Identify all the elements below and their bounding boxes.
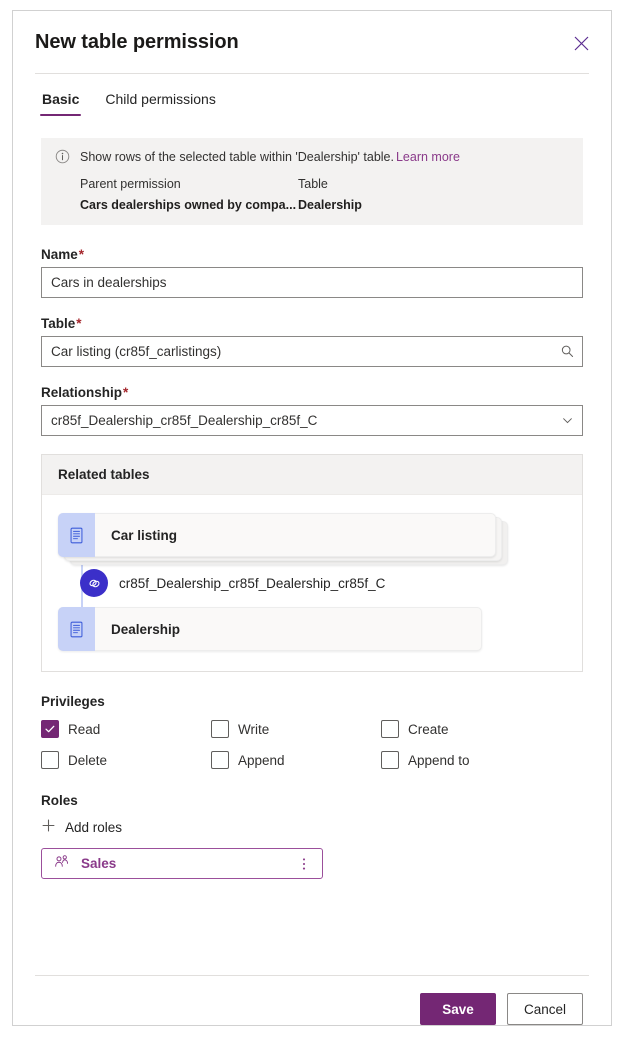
page-title: New table permission	[35, 30, 239, 53]
info-circle-icon	[55, 149, 71, 168]
privilege-delete-label: Delete	[68, 752, 108, 768]
table-input-wrapper[interactable]	[41, 336, 583, 367]
dialog-header: New table permission	[13, 11, 611, 73]
privilege-create[interactable]: Create	[381, 720, 583, 738]
roles-section: Roles Add roles Sales	[41, 793, 583, 879]
link-icon	[80, 569, 108, 597]
privilege-delete[interactable]: Delete	[41, 751, 211, 769]
relationship-field-group: Relationship*	[41, 385, 583, 436]
info-banner-table: Parent permission Table Cars dealerships…	[55, 177, 569, 212]
target-table-node[interactable]: Dealership	[58, 607, 566, 651]
dialog-body: Show rows of the selected table within '…	[13, 116, 611, 975]
role-chip-name: Sales	[81, 856, 117, 871]
related-tables-diagram: Car listing cr85f_Dealership_cr85f_Deale…	[42, 495, 582, 671]
new-table-permission-dialog: New table permission Basic Child permiss…	[12, 10, 612, 1026]
info-message-text: Show rows of the selected table within '…	[80, 150, 394, 164]
table-field-group: Table*	[41, 316, 583, 367]
privilege-read-label: Read	[68, 721, 101, 737]
privilege-write[interactable]: Write	[211, 720, 381, 738]
tab-list: Basic Child permissions	[13, 74, 611, 116]
relationship-label-text: Relationship	[41, 385, 123, 400]
table-label-text: Table	[41, 316, 76, 331]
more-vertical-icon[interactable]	[295, 856, 313, 872]
tab-basic[interactable]: Basic	[40, 91, 82, 116]
related-tables-header: Related tables	[42, 455, 582, 495]
source-table-node[interactable]: Car listing	[58, 513, 566, 565]
name-input[interactable]	[42, 268, 582, 297]
source-table-label: Car listing	[111, 527, 178, 543]
checkbox-append[interactable]	[211, 751, 229, 769]
privilege-create-label: Create	[408, 721, 449, 737]
learn-more-link[interactable]: Learn more	[396, 150, 460, 164]
parent-permission-header: Parent permission	[80, 177, 181, 191]
search-icon[interactable]	[552, 337, 582, 366]
chevron-down-icon[interactable]	[552, 406, 582, 435]
add-roles-button[interactable]: Add roles	[41, 818, 122, 836]
privileges-label: Privileges	[41, 694, 105, 709]
privilege-write-label: Write	[238, 721, 270, 737]
table-label: Table*	[41, 316, 583, 331]
add-roles-label: Add roles	[65, 819, 123, 835]
target-table-label: Dealership	[111, 621, 181, 637]
privilege-append-label: Append	[238, 752, 285, 768]
relationship-label: Relationship*	[41, 385, 583, 400]
privilege-read[interactable]: Read	[41, 720, 211, 738]
table-icon	[58, 513, 95, 557]
cancel-button[interactable]: Cancel	[506, 993, 583, 1025]
close-button[interactable]	[567, 29, 595, 57]
relationship-node-label: cr85f_Dealership_cr85f_Dealership_cr85f_…	[119, 575, 386, 591]
privilege-append[interactable]: Append	[211, 751, 381, 769]
table-icon	[58, 607, 95, 651]
name-label-text: Name	[41, 247, 78, 262]
parent-permission-value: Cars dealerships owned by compa...	[80, 198, 297, 212]
relationship-node[interactable]: cr85f_Dealership_cr85f_Dealership_cr85f_…	[58, 563, 566, 603]
table-required-marker: *	[76, 316, 82, 331]
privileges-section: Privileges Read Write Create Delete Appe…	[41, 694, 583, 769]
relationship-dropdown[interactable]	[41, 405, 583, 436]
table-value: Dealership	[298, 198, 362, 212]
privilege-append-to[interactable]: Append to	[381, 751, 583, 769]
table-header: Table	[298, 177, 328, 191]
privileges-grid: Read Write Create Delete Append Append t…	[41, 720, 583, 769]
save-button[interactable]: Save	[419, 993, 496, 1025]
plus-icon	[41, 818, 56, 836]
checkbox-delete[interactable]	[41, 751, 59, 769]
dialog-footer: Save Cancel	[35, 975, 589, 1025]
checkbox-read[interactable]	[41, 720, 59, 738]
person-group-icon	[54, 854, 70, 874]
related-tables-panel: Related tables Car listing cr85f_Dealers…	[41, 454, 583, 672]
privilege-append-to-label: Append to	[408, 752, 470, 768]
checkbox-create[interactable]	[381, 720, 399, 738]
info-banner-message: Show rows of the selected table within '…	[80, 149, 460, 165]
roles-label: Roles	[41, 793, 78, 808]
info-banner: Show rows of the selected table within '…	[41, 138, 583, 225]
tab-child-permissions[interactable]: Child permissions	[103, 91, 217, 116]
relationship-value[interactable]	[42, 406, 552, 435]
close-icon	[574, 36, 589, 51]
name-input-wrapper[interactable]	[41, 267, 583, 298]
role-chip-sales[interactable]: Sales	[41, 848, 323, 879]
name-field-group: Name*	[41, 247, 583, 298]
table-input[interactable]	[42, 337, 552, 366]
checkbox-append-to[interactable]	[381, 751, 399, 769]
name-label: Name*	[41, 247, 583, 262]
relationship-required-marker: *	[123, 385, 129, 400]
name-required-marker: *	[78, 247, 85, 262]
checkbox-write[interactable]	[211, 720, 229, 738]
